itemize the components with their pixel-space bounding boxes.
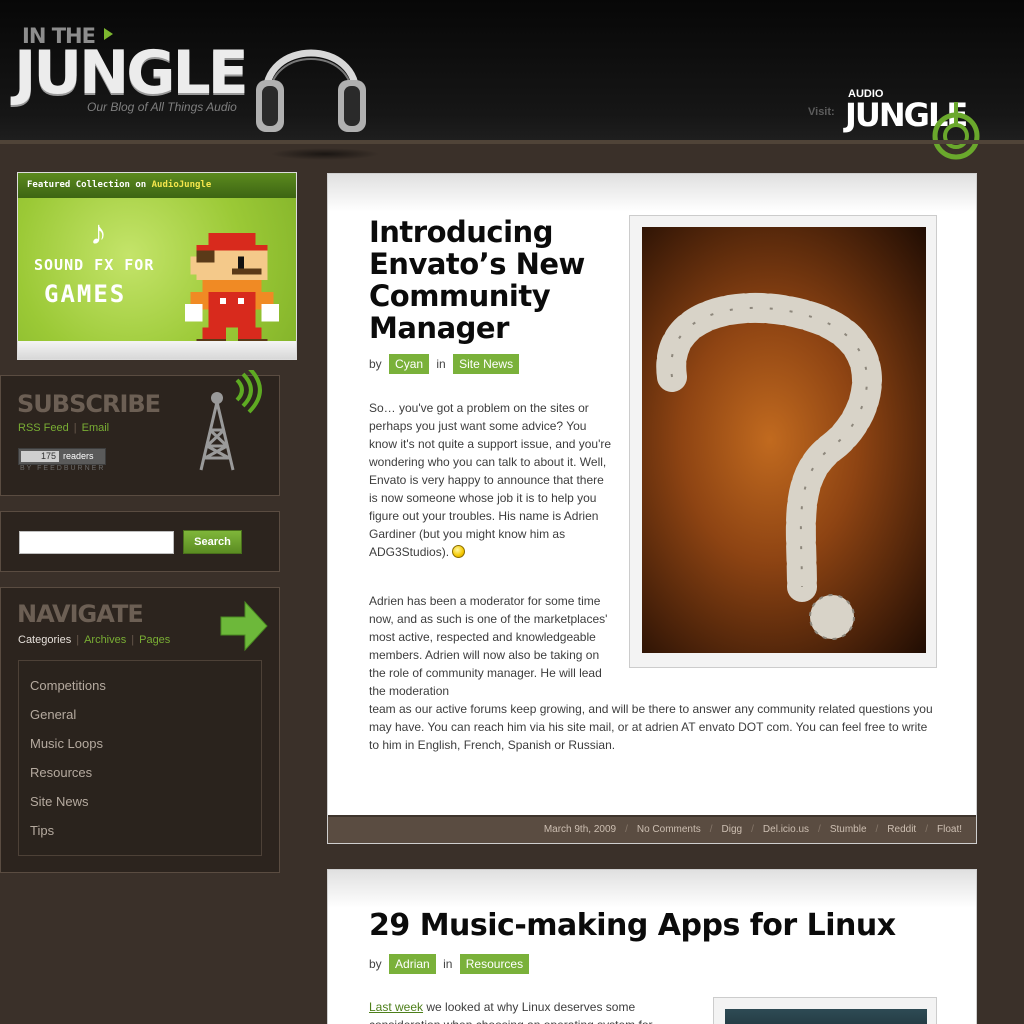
in-label: in: [436, 357, 446, 371]
tab-archives[interactable]: Archives: [84, 634, 126, 646]
post-image-frame: [629, 215, 937, 668]
post-title-line: Community: [369, 279, 551, 313]
category-item-resources[interactable]: Resources: [30, 765, 92, 780]
audiojungle-swirl-icon: [932, 102, 980, 160]
post-title-line: Introducing: [369, 215, 553, 249]
post-footer: March 9th, 2009 / No Comments / Digg / Del.ici…: [328, 815, 976, 843]
question-mark-illustration: [656, 292, 882, 640]
featured-label-bar: Featured Collection on AudioJungle: [18, 173, 296, 198]
author-link[interactable]: Adrian: [389, 954, 436, 974]
search-box: Search: [0, 511, 280, 572]
featured-label-site: AudioJungle: [151, 180, 212, 190]
footer-separator: /: [875, 824, 879, 835]
post-image-frame: [713, 997, 937, 1024]
footer-separator: /: [625, 824, 628, 835]
stumble-link[interactable]: Stumble: [830, 824, 867, 835]
puzzle-question-mark-image[interactable]: [642, 227, 926, 653]
green-arrow-icon: [220, 600, 268, 652]
reader-count: 175: [21, 451, 59, 462]
footer-separator: /: [751, 824, 754, 835]
post-paragraph: Adrien has been a moderator for some tim…: [369, 594, 608, 698]
featured-line2: GAMES: [44, 280, 127, 308]
tab-pages[interactable]: Pages: [139, 634, 170, 646]
category-item-competitions[interactable]: Competitions: [30, 678, 106, 693]
rss-feed-link[interactable]: RSS Feed: [18, 422, 69, 434]
author-link[interactable]: Cyan: [389, 354, 430, 374]
post-thumbnail-image[interactable]: [725, 1009, 927, 1024]
header-shadow: [270, 148, 380, 160]
category-tag[interactable]: Site News: [453, 354, 520, 374]
feedburner-credit: BY FEEDBURNER: [20, 465, 106, 472]
featured-label: Featured Collection: [27, 180, 130, 190]
navigate-tabs: Categories | Archives | Pages: [18, 634, 170, 646]
digg-link[interactable]: Digg: [722, 824, 743, 835]
float-link[interactable]: Float!: [937, 824, 962, 835]
subscribe-box: SUBSCRIBE RSS Feed | Email 175 readers BY …: [0, 370, 280, 496]
headphones-icon: [256, 49, 366, 132]
footer-separator: /: [818, 824, 821, 835]
blog-post: 29 Music-making Apps for Linux by Adrian…: [327, 869, 977, 1024]
search-button[interactable]: Search: [183, 530, 242, 554]
link-separator: |: [73, 422, 77, 434]
header-divider: [0, 140, 1024, 144]
delicious-link[interactable]: Del.icio.us: [763, 824, 809, 835]
category-item-site-news[interactable]: Site News: [30, 794, 89, 809]
post-title-line: Manager: [369, 311, 509, 345]
post-meta: by Cyan in Site News: [369, 354, 523, 374]
post-paragraph-text: So… you've got a problem on the sites or…: [369, 401, 612, 559]
tab-categories[interactable]: Categories: [18, 634, 71, 646]
post-top-gradient: [328, 870, 976, 908]
category-item-general[interactable]: General: [30, 707, 76, 722]
post-meta: by Adrian in Resources: [369, 954, 533, 974]
by-label: by: [369, 957, 382, 971]
by-label: by: [369, 357, 382, 371]
logo-big-text[interactable]: JUNGLE: [14, 40, 249, 106]
music-note-icon: ♪: [90, 214, 107, 252]
navigate-box: NAVIGATE Categories | Archives | Pages Compe…: [0, 587, 280, 873]
post-title[interactable]: Introducing Envato’s New Community Manag…: [369, 216, 619, 344]
post-title-line: Envato’s New: [369, 247, 585, 281]
readers-label: readers: [63, 451, 94, 461]
navigate-title: NAVIGATE: [17, 600, 144, 628]
in-label: in: [443, 957, 453, 971]
post-paragraph: So… you've got a problem on the sites or…: [369, 399, 614, 561]
featured-line1: SOUND FX FOR: [34, 256, 155, 274]
post-top-gradient: [328, 174, 976, 212]
footer-separator: /: [925, 824, 928, 835]
last-week-link[interactable]: Last week: [369, 1000, 423, 1014]
post-paragraph-continued: team as our active forums keep growing, …: [369, 702, 933, 752]
subscribe-links: RSS Feed | Email: [18, 422, 109, 434]
tab-separator: |: [131, 634, 135, 646]
smiley-icon: [452, 545, 466, 558]
radio-tower-icon: [199, 370, 262, 471]
pixel-character-icon: [184, 233, 280, 351]
feedburner-counter[interactable]: 175 readers: [18, 448, 106, 465]
featured-collection-banner[interactable]: Featured Collection on AudioJungle ♪ SOU…: [17, 172, 297, 360]
post-footer-links: March 9th, 2009 / No Comments / Digg / Del.ici…: [544, 824, 962, 835]
post-title[interactable]: 29 Music-making Apps for Linux: [369, 908, 896, 944]
featured-label-on: on: [129, 180, 152, 190]
featured-artwork: ♪ SOUND FX FOR GAMES: [18, 198, 296, 351]
reddit-link[interactable]: Reddit: [887, 824, 916, 835]
post-date: March 9th, 2009: [543, 824, 617, 835]
site-header: IN THE JUNGLE Our Blog of All Things Aud…: [0, 0, 1024, 160]
blog-post: Introducing Envato’s New Community Manag…: [327, 173, 977, 844]
subscribe-title: SUBSCRIBE: [17, 390, 161, 418]
category-item-music-loops[interactable]: Music Loops: [30, 736, 103, 751]
comments-link[interactable]: No Comments: [637, 824, 701, 835]
category-item-tips[interactable]: Tips: [30, 823, 54, 838]
visit-label: Visit:: [808, 106, 835, 118]
category-list: Competitions General Music Loops Resourc…: [18, 660, 262, 856]
search-input[interactable]: [19, 531, 174, 554]
post-paragraph: Last week we looked at why Linux deserve…: [369, 998, 689, 1024]
site-tagline: Our Blog of All Things Audio: [87, 100, 237, 114]
featured-footer: [18, 341, 296, 359]
email-subscribe-link[interactable]: Email: [82, 422, 110, 434]
tab-separator: |: [76, 634, 80, 646]
category-tag[interactable]: Resources: [459, 954, 530, 974]
footer-separator: /: [709, 824, 713, 835]
